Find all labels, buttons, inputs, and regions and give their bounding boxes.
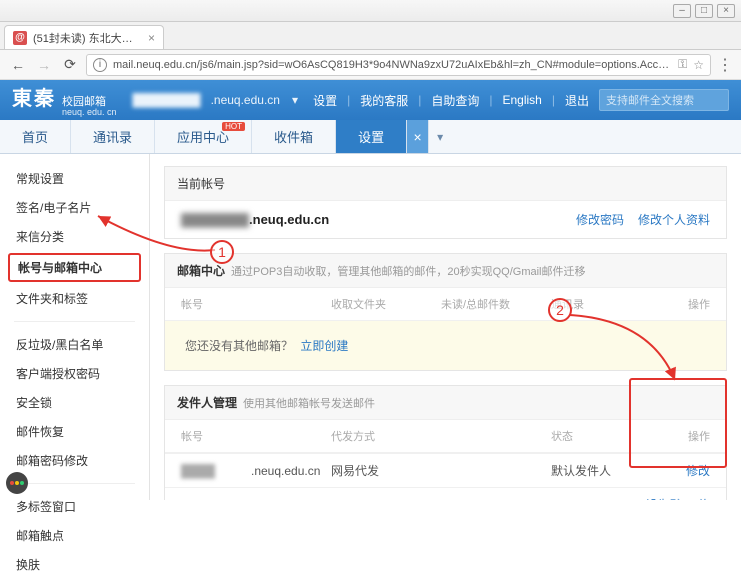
sender-row: ████.edu.cn网易代发备选发件人设为默认修改: [165, 487, 726, 500]
sender-row: ████.neuq.edu.cn 网易代发 默认发件人 修改: [165, 453, 726, 487]
main-nav: 首页 通讯录 应用中心 HOT 收件箱 设置 × ▾: [0, 120, 741, 154]
sidebar-divider: [14, 321, 135, 322]
sidebar-item-touch[interactable]: 邮箱触点: [0, 521, 149, 550]
reload-button[interactable]: ⟳: [60, 55, 80, 75]
apps-launcher-icon[interactable]: [6, 472, 28, 494]
sender-ops: 修改: [641, 462, 710, 479]
panel-sender-mgmt: 发件人管理 使用其他邮箱帐号发送邮件 帐号 代发方式 状态 操作 ████.ne…: [164, 385, 727, 500]
col-ops: 操作: [641, 296, 710, 312]
settings-sidebar: 常规设置 签名/电子名片 来信分类 帐号与邮箱中心 文件夹和标签 反垃圾/黑白名…: [0, 154, 150, 500]
col-account: 帐号: [181, 428, 331, 444]
sender-op-link[interactable]: 修改: [690, 496, 710, 500]
browser-tabstrip: @ (51封未读) 东北大学秦… ×: [0, 22, 741, 50]
tab-close-icon[interactable]: ×: [148, 31, 155, 45]
logo: 東秦 校园邮箱 neuq. edu. cn: [12, 82, 117, 118]
col-folder: 收取文件夹: [331, 296, 441, 312]
sidebar-item-recover[interactable]: 邮件恢复: [0, 417, 149, 446]
browser-toolbar: ← → ⟳ i mail.neuq.edu.cn/js6/main.jsp?si…: [0, 50, 741, 80]
browser-menu-icon[interactable]: ⋮: [717, 55, 733, 75]
address-bar[interactable]: i mail.neuq.edu.cn/js6/main.jsp?sid=wO6A…: [86, 54, 711, 76]
minimize-button[interactable]: –: [673, 4, 691, 18]
edit-profile-link[interactable]: 修改个人资料: [638, 211, 710, 228]
account-prefix-blurred: ████████: [181, 213, 249, 227]
panel-mailbox-center: 邮箱中心 通过POP3自动收取，管理其他邮箱的邮件，20秒实现QQ/Gmail邮…: [164, 253, 727, 371]
panel-title: 发件人管理: [177, 394, 237, 411]
search-placeholder: 支持邮件全文搜索: [606, 92, 694, 108]
center-columns: 帐号 收取文件夹 未读/总邮件数 通讯录 操作: [165, 288, 726, 321]
header-account-suffix: .neuq.edu.cn: [211, 93, 280, 107]
tab-overflow-icon[interactable]: ▾: [429, 120, 451, 153]
tab-apps[interactable]: 应用中心 HOT: [155, 120, 252, 153]
panel-desc: 通过POP3自动收取，管理其他邮箱的邮件，20秒实现QQ/Gmail邮件迁移: [231, 263, 585, 279]
sidebar-item-filter[interactable]: 来信分类: [0, 222, 149, 251]
url-text: mail.neuq.edu.cn/js6/main.jsp?sid=wO6AsC…: [113, 59, 672, 71]
col-ops: 操作: [641, 428, 710, 444]
sender-ops: 设为默认 修改: [641, 496, 710, 500]
hot-badge: HOT: [222, 122, 245, 131]
tab-close-button[interactable]: ×: [407, 120, 429, 153]
favicon-icon: @: [13, 31, 27, 45]
sidebar-item-multitab[interactable]: 多标签窗口: [0, 492, 149, 521]
panel-current-account: 当前帐号 ████████ .neuq.edu.cn 修改密码 修改个人资料: [164, 166, 727, 239]
back-button[interactable]: ←: [8, 55, 28, 75]
search-input[interactable]: 支持邮件全文搜索: [599, 89, 729, 111]
sidebar-item-skin[interactable]: 换肤: [0, 550, 149, 579]
sender-suffix: .neuq.edu.cn: [251, 464, 320, 478]
close-window-button[interactable]: ×: [717, 4, 735, 18]
sidebar-item-lock[interactable]: 安全锁: [0, 388, 149, 417]
sidebar-item-general[interactable]: 常规设置: [0, 164, 149, 193]
browser-tab[interactable]: @ (51封未读) 东北大学秦… ×: [4, 25, 164, 49]
sidebar-divider: [14, 483, 135, 484]
tab-contacts[interactable]: 通讯录: [71, 120, 155, 153]
sender-method: 网易代发: [331, 462, 441, 479]
panel-title: 当前帐号: [177, 175, 225, 192]
logo-text: 東秦: [12, 82, 56, 111]
sidebar-item-account-center[interactable]: 帐号与邮箱中心: [8, 253, 141, 282]
sidebar-item-folders[interactable]: 文件夹和标签: [0, 284, 149, 313]
header-link-logout[interactable]: 退出: [565, 92, 589, 109]
sidebar-item-signature[interactable]: 签名/电子名片: [0, 193, 149, 222]
header-link-settings[interactable]: 设置: [313, 92, 337, 109]
tab-inbox[interactable]: 收件箱: [252, 120, 336, 153]
header-link-selfservice[interactable]: 自助查询: [431, 92, 479, 109]
app-header: 東秦 校园邮箱 neuq. edu. cn ████████ .neuq.edu…: [0, 80, 741, 120]
col-account: 帐号: [181, 296, 331, 312]
content-area: 当前帐号 ████████ .neuq.edu.cn 修改密码 修改个人资料 邮…: [150, 154, 741, 500]
maximize-button[interactable]: □: [695, 4, 713, 18]
col-status: 状态: [551, 428, 641, 444]
sidebar-item-password[interactable]: 邮箱密码修改: [0, 446, 149, 475]
forward-button[interactable]: →: [34, 55, 54, 75]
password-key-icon[interactable]: ⚿: [678, 57, 687, 72]
logo-subtitle: 校园邮箱 neuq. edu. cn: [62, 96, 117, 118]
window-titlebar: – □ ×: [0, 0, 741, 22]
bookmark-star-icon[interactable]: ☆: [693, 58, 704, 72]
panel-desc: 使用其他邮箱帐号发送邮件: [243, 395, 375, 411]
sidebar-item-clientauth[interactable]: 客户端授权密码: [0, 359, 149, 388]
sender-status: 默认发件人: [551, 462, 641, 479]
header-account: ████████: [133, 93, 201, 107]
account-email-suffix: .neuq.edu.cn: [249, 212, 329, 227]
header-links: 设置| 我的客服| 自助查询| English| 退出 支持邮件全文搜索: [313, 89, 729, 111]
tab-title: (51封未读) 东北大学秦…: [33, 30, 142, 46]
panel-title: 邮箱中心: [177, 262, 225, 279]
header-link-support[interactable]: 我的客服: [360, 92, 408, 109]
create-mailbox-link[interactable]: 立即创建: [300, 339, 348, 353]
account-dropdown-icon[interactable]: ▾: [292, 93, 298, 107]
sidebar-item-spam[interactable]: 反垃圾/黑白名单: [0, 330, 149, 359]
tab-home[interactable]: 首页: [0, 120, 71, 153]
col-contacts: 通讯录: [551, 296, 641, 312]
empty-notice: 您还没有其他邮箱？ 立即创建: [165, 321, 726, 370]
sender-prefix-blurred: ████: [181, 464, 251, 478]
sender-columns: 帐号 代发方式 状态 操作: [165, 420, 726, 453]
empty-text: 您还没有其他邮箱？: [185, 339, 293, 353]
sender-op-link[interactable]: 设为默认: [641, 496, 682, 500]
sender-op-link[interactable]: 修改: [686, 462, 710, 479]
site-info-icon[interactable]: i: [93, 58, 107, 72]
col-count: 未读/总邮件数: [441, 296, 551, 312]
change-password-link[interactable]: 修改密码: [576, 211, 624, 228]
header-link-english[interactable]: English: [503, 93, 542, 107]
tab-settings[interactable]: 设置: [336, 120, 407, 153]
col-spacer: [441, 428, 551, 444]
col-method: 代发方式: [331, 428, 441, 444]
